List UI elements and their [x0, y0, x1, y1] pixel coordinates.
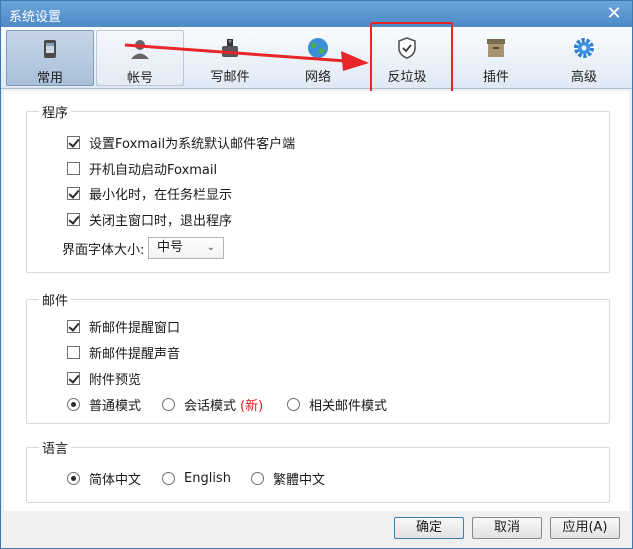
- tab-account[interactable]: 帐号: [96, 30, 184, 86]
- radio-button[interactable]: [287, 397, 300, 411]
- person-icon: [131, 40, 149, 59]
- radio-button[interactable]: [162, 471, 175, 485]
- option-label: 最小化时，在任务栏显示: [89, 187, 233, 203]
- tab-label: 常用: [36, 71, 63, 86]
- tab-label: 插件: [482, 70, 509, 85]
- option-label: 繁體中文: [273, 472, 326, 488]
- checkbox[interactable]: [67, 319, 80, 333]
- tab-advanced[interactable]: 高级: [540, 30, 628, 86]
- title-bar[interactable]: 系统设置 ✕: [1, 1, 632, 27]
- checkbox[interactable]: [67, 186, 80, 200]
- radio-button[interactable]: [67, 471, 80, 485]
- option-label: 设置Foxmail为系统默认邮件客户端: [89, 136, 296, 152]
- ok-button[interactable]: 确定: [394, 517, 464, 539]
- radio-conversation-mode[interactable]: 会话模式 (新): [162, 395, 264, 414]
- group-title: 语言: [39, 438, 72, 457]
- option-autostart[interactable]: 开机自动启动Foxmail: [67, 159, 218, 178]
- apply-button[interactable]: 应用(A): [550, 517, 620, 539]
- option-new-mail-sound[interactable]: 新邮件提醒声音: [67, 343, 181, 362]
- group-title: 程序: [39, 102, 72, 121]
- option-default-client[interactable]: 设置Foxmail为系统默认邮件客户端: [67, 133, 296, 152]
- checkbox[interactable]: [67, 212, 80, 226]
- tab-label: 网络: [304, 70, 331, 85]
- font-size-select[interactable]: 中号 ⌄: [148, 237, 224, 259]
- radio-english[interactable]: English: [162, 469, 231, 487]
- option-label: 会话模式: [184, 398, 237, 414]
- radio-simplified-chinese[interactable]: 简体中文: [67, 469, 142, 488]
- mail-group: 邮件 新邮件提醒窗口 新邮件提醒声音 附件预览 普通模式 会话模式 (新) 相关…: [26, 290, 610, 424]
- phone-icon: [44, 40, 56, 58]
- option-label: 关闭主窗口时，退出程序: [89, 213, 233, 229]
- option-exit-on-close[interactable]: 关闭主窗口时，退出程序: [67, 210, 233, 229]
- tab-plugins[interactable]: 插件: [452, 30, 540, 86]
- radio-traditional-chinese[interactable]: 繁體中文: [251, 469, 326, 488]
- tab-label: 写邮件: [210, 70, 250, 85]
- shield-icon: [398, 37, 416, 59]
- window-title: 系统设置: [9, 10, 62, 25]
- chevron-down-icon: ⌄: [206, 242, 215, 253]
- gear-icon: [574, 38, 594, 58]
- checkbox[interactable]: [67, 135, 80, 149]
- option-label: 普通模式: [89, 398, 142, 414]
- cancel-button[interactable]: 取消: [472, 517, 542, 539]
- radio-button[interactable]: [67, 397, 80, 411]
- radio-button[interactable]: [251, 471, 264, 485]
- category-toolbar: 常用 帐号 写邮件 网络 反垃圾 插件 高级: [1, 27, 632, 89]
- font-size-label: 界面字体大小:: [62, 243, 145, 258]
- new-badge: (新): [240, 398, 264, 414]
- option-label: 附件预览: [89, 372, 142, 388]
- option-label: 相关邮件模式: [309, 398, 388, 414]
- option-minimize-taskbar[interactable]: 最小化时，在任务栏显示: [67, 184, 233, 203]
- settings-window: 系统设置 ✕ 常用 帐号 写邮件 网络 反垃圾 插件 高级 程序 设置Foxma…: [0, 0, 633, 549]
- tab-antispam[interactable]: 反垃圾: [363, 30, 451, 86]
- font-size-value: 中号: [157, 240, 184, 255]
- tab-compose[interactable]: 写邮件: [186, 30, 274, 86]
- option-label: 新邮件提醒声音: [89, 346, 181, 362]
- tab-network[interactable]: 网络: [274, 30, 362, 86]
- group-title: 邮件: [39, 290, 72, 309]
- radio-normal-mode[interactable]: 普通模式: [67, 395, 142, 414]
- close-icon[interactable]: ✕: [604, 4, 624, 24]
- option-label: 简体中文: [89, 472, 142, 488]
- radio-button[interactable]: [162, 397, 175, 411]
- option-label: 新邮件提醒窗口: [89, 320, 181, 336]
- tab-label: 高级: [570, 70, 597, 85]
- compose-icon: [222, 39, 238, 57]
- tab-label: 反垃圾: [387, 70, 427, 85]
- option-label: English: [184, 470, 231, 486]
- option-label: 开机自动启动Foxmail: [89, 162, 218, 178]
- tab-general[interactable]: 常用: [6, 30, 94, 86]
- box-icon: [487, 39, 505, 57]
- checkbox[interactable]: [67, 161, 80, 175]
- option-new-mail-window[interactable]: 新邮件提醒窗口: [67, 317, 181, 336]
- settings-content: 程序 设置Foxmail为系统默认邮件客户端 开机自动启动Foxmail 最小化…: [4, 91, 629, 511]
- tab-label: 帐号: [126, 71, 153, 86]
- radio-related-mode[interactable]: 相关邮件模式: [287, 395, 388, 414]
- checkbox[interactable]: [67, 345, 80, 359]
- program-group: 程序 设置Foxmail为系统默认邮件客户端 开机自动启动Foxmail 最小化…: [26, 102, 610, 273]
- language-group: 语言 简体中文 English 繁體中文: [26, 438, 610, 503]
- checkbox[interactable]: [67, 371, 80, 385]
- globe-icon: [308, 38, 328, 58]
- option-attachment-preview[interactable]: 附件预览: [67, 369, 142, 388]
